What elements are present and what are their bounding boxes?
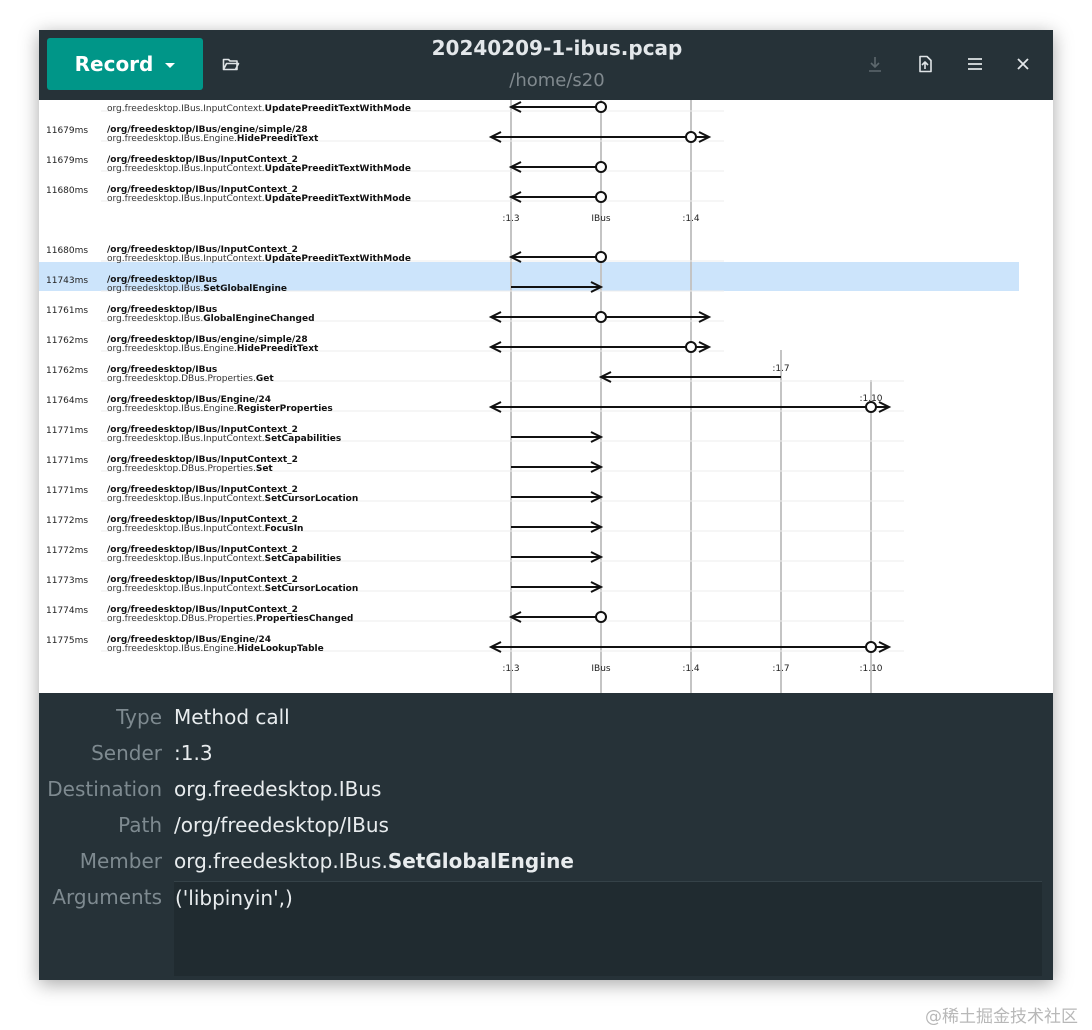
participant-header-label: :1.10	[859, 664, 882, 674]
message-member: org.freedesktop.IBus.Engine.RegisterProp…	[107, 404, 333, 414]
header-bar: Record 20240209-1-ibus.pcap /home/s20	[39, 30, 1053, 100]
message-timestamp: 11764ms	[46, 396, 88, 406]
chevron-down-icon[interactable]	[165, 62, 176, 68]
window-subtitle: /home/s20	[509, 70, 605, 91]
message-timestamp: 11775ms	[46, 636, 88, 646]
sender-circle	[685, 131, 697, 143]
message-timestamp: 11772ms	[46, 546, 88, 556]
message-timestamp: 11771ms	[46, 456, 88, 466]
message-timestamp: 11761ms	[46, 306, 88, 316]
type-value: Method call	[174, 705, 290, 729]
path-label: Path	[118, 813, 162, 837]
type-label: Type	[116, 705, 162, 729]
member-prefix: org.freedesktop.IBus.	[174, 849, 388, 873]
sender-circle	[685, 341, 697, 353]
menu-icon[interactable]	[961, 50, 989, 78]
message-member: org.freedesktop.IBus.InputContext.SetCap…	[107, 554, 341, 564]
message-member: org.freedesktop.IBus.GlobalEngineChanged	[107, 314, 315, 324]
sender-circle	[595, 251, 607, 263]
message-member: org.freedesktop.IBus.InputContext.SetCur…	[107, 494, 358, 504]
window-title: 20240209-1-ibus.pcap	[431, 36, 683, 60]
arguments-value: ('libpinyin',)	[175, 886, 293, 910]
message-timestamp: 11679ms	[46, 126, 88, 136]
participant-header-label: :1.3	[502, 664, 519, 674]
message-timestamp: 11680ms	[46, 186, 88, 196]
close-icon[interactable]	[1009, 50, 1037, 78]
message-member: org.freedesktop.IBus.InputContext.Update…	[107, 254, 411, 264]
watermark: @稀土掘金技术社区	[925, 1007, 1078, 1027]
message-timestamp: 11762ms	[46, 366, 88, 376]
participant-label: :1.10	[859, 394, 882, 404]
sequence-chart[interactable]: org.freedesktop.IBus.InputContext.Update…	[39, 100, 1053, 693]
sender-value: :1.3	[174, 741, 213, 765]
message-member: org.freedesktop.IBus.Engine.HidePreeditT…	[107, 344, 319, 354]
participant-label: :1.7	[772, 364, 789, 374]
participant-header-label: :1.4	[682, 214, 700, 224]
message-member: org.freedesktop.IBus.InputContext.SetCap…	[107, 434, 341, 444]
participant-header-label: IBus	[591, 664, 611, 674]
download-icon[interactable]	[861, 50, 889, 78]
record-button[interactable]: Record	[47, 38, 203, 90]
sender-circle	[595, 101, 607, 113]
message-member: org.freedesktop.IBus.InputContext.Update…	[107, 164, 411, 174]
destination-label: Destination	[47, 777, 162, 801]
participant-header-label: :1.3	[502, 214, 519, 224]
message-timestamp: 11773ms	[46, 576, 88, 586]
record-label: Record	[74, 52, 154, 76]
destination-value: org.freedesktop.IBus	[174, 777, 382, 801]
sender-circle	[595, 191, 607, 203]
message-member: org.freedesktop.IBus.SetGlobalEngine	[107, 284, 287, 294]
save-icon[interactable]	[911, 50, 939, 78]
message-timestamp: 11771ms	[46, 486, 88, 496]
arguments-box[interactable]: ('libpinyin',)	[174, 881, 1042, 976]
folder-open-icon[interactable]	[217, 50, 245, 78]
sender-circle	[595, 311, 607, 323]
sender-circle	[595, 611, 607, 623]
message-member: org.freedesktop.IBus.InputContext.Update…	[107, 194, 411, 204]
message-member: org.freedesktop.IBus.InputContext.SetCur…	[107, 584, 358, 594]
participant-header-label: :1.4	[682, 664, 700, 674]
details-panel: Type Method call Sender :1.3 Destination…	[39, 693, 1053, 980]
message-timestamp: 11771ms	[46, 426, 88, 436]
message-member: org.freedesktop.IBus.Engine.HideLookupTa…	[107, 644, 324, 654]
participant-header-label: :1.7	[772, 664, 789, 674]
message-timestamp: 11774ms	[46, 606, 88, 616]
message-timestamp: 11772ms	[46, 516, 88, 526]
sequence-diagram[interactable]: org.freedesktop.IBus.InputContext.Update…	[39, 100, 1053, 693]
sender-label: Sender	[91, 741, 162, 765]
message-member: org.freedesktop.IBus.InputContext.Update…	[107, 104, 411, 114]
message-timestamp: 11743ms	[46, 276, 88, 286]
member-value: org.freedesktop.IBus.SetGlobalEngine	[174, 849, 574, 873]
sender-circle	[865, 641, 877, 653]
message-member: org.freedesktop.DBus.Properties.Get	[107, 374, 274, 384]
member-name: SetGlobalEngine	[387, 849, 574, 873]
participant-header-label: IBus	[591, 214, 611, 224]
message-member: org.freedesktop.DBus.Properties.Properti…	[107, 614, 353, 624]
arguments-label: Arguments	[52, 885, 162, 909]
path-value: /org/freedesktop/IBus	[174, 813, 389, 837]
message-timestamp: 11680ms	[46, 246, 88, 256]
member-label: Member	[79, 849, 162, 873]
message-timestamp: 11679ms	[46, 156, 88, 166]
app-window: Record 20240209-1-ibus.pcap /home/s20 or…	[39, 30, 1053, 980]
message-timestamp: 11762ms	[46, 336, 88, 346]
message-member: org.freedesktop.IBus.InputContext.FocusI…	[107, 524, 303, 534]
message-member: org.freedesktop.IBus.Engine.HidePreeditT…	[107, 134, 319, 144]
message-member: org.freedesktop.DBus.Properties.Set	[107, 464, 273, 474]
sender-circle	[595, 161, 607, 173]
